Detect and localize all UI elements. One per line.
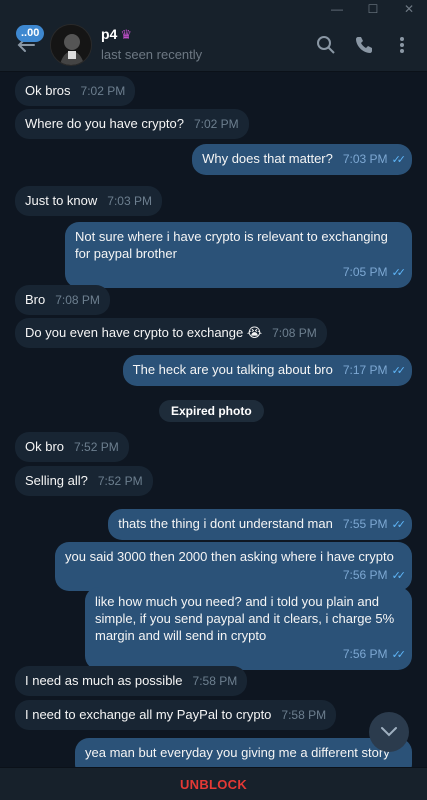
message-time: 7:58 PM (281, 708, 327, 722)
message-outgoing[interactable]: Not sure where i have crypto is relevant… (65, 222, 412, 288)
message-incoming[interactable]: Bro 7:08 PM (15, 285, 110, 315)
message-text: Do you even have crypto to exchange 😭 (25, 325, 263, 340)
message-text: The heck are you talking about bro (132, 362, 333, 377)
read-checkmarks-icon: ✓✓ (391, 267, 407, 279)
search-icon[interactable] (315, 34, 337, 56)
message-time: 7:55 PM (342, 517, 388, 531)
message-text: I need as much as possible (25, 673, 183, 688)
minimize-button[interactable]: — (319, 0, 355, 18)
message-list[interactable]: Ok bros 7:02 PM Where do you have crypto?… (0, 72, 427, 767)
read-checkmarks-icon: ✓✓ (391, 570, 407, 582)
message-outgoing[interactable]: Why does that matter? 7:03 PM ✓✓ (192, 144, 412, 175)
message-text: Selling all? (25, 473, 88, 488)
more-options-icon[interactable] (391, 34, 413, 56)
message-incoming[interactable]: Selling all? 7:52 PM (15, 466, 153, 496)
read-checkmarks-icon: ✓✓ (391, 519, 407, 531)
message-time: 7:52 PM (74, 440, 119, 454)
message-incoming[interactable]: I need as much as possible 7:58 PM (15, 666, 248, 696)
chat-header: ..00 p4 ♛ last seen recently (0, 18, 427, 72)
message-incoming[interactable]: Where do you have crypto? 7:02 PM (15, 109, 249, 139)
unread-count-badge: ..00 (16, 25, 45, 42)
message-text: Where do you have crypto? (25, 116, 184, 131)
message-text: yea man but everyday you giving me a dif… (85, 745, 390, 760)
message-time: 7:02 PM (193, 117, 239, 131)
message-time: 7:58 PM (192, 674, 238, 688)
message-time: 7:08 PM (55, 293, 100, 307)
message-outgoing[interactable]: The heck are you talking about bro 7:17 P… (122, 355, 412, 386)
read-checkmarks-icon: ✓✓ (391, 649, 407, 661)
message-time: 7:05 PM (342, 265, 388, 279)
contact-status: last seen recently (101, 47, 203, 62)
contact-name[interactable]: p4 ♛ (101, 26, 132, 43)
message-time: 7:03 PM (342, 152, 388, 166)
message-text: like how much you need? and i told you p… (95, 594, 395, 643)
message-outgoing[interactable]: like how much you need? and i told you p… (85, 587, 412, 670)
expired-photo-service-message: Expired photo (159, 400, 264, 422)
avatar[interactable] (50, 24, 92, 66)
crown-emoji-icon: ♛ (120, 27, 132, 42)
message-text: Not sure where i have crypto is relevant… (75, 229, 388, 261)
message-text: Ok bros (25, 83, 71, 98)
bottom-bar: UNBLOCK (0, 767, 427, 800)
message-incoming[interactable]: Just to know 7:03 PM (15, 186, 162, 216)
message-incoming[interactable]: Ok bros 7:02 PM (15, 76, 136, 106)
message-text: Ok bro (25, 439, 65, 454)
message-time: 7:02 PM (80, 84, 126, 98)
read-checkmarks-icon: ✓✓ (391, 365, 407, 377)
close-button[interactable]: ✕ (391, 0, 427, 18)
maximize-button[interactable]: ☐ (355, 0, 391, 18)
message-time: 7:52 PM (97, 474, 143, 488)
message-text: Why does that matter? (202, 151, 333, 166)
message-incoming[interactable]: Do you even have crypto to exchange 😭 7:0… (15, 318, 327, 348)
read-checkmarks-icon: ✓✓ (391, 154, 407, 166)
message-incoming[interactable]: I need to exchange all my PayPal to cryp… (15, 700, 337, 730)
message-text: you said 3000 then 2000 then asking wher… (65, 549, 394, 564)
message-time: 7:17 PM (342, 363, 388, 377)
unblock-button[interactable]: UNBLOCK (180, 777, 247, 792)
message-text: thats the thing i dont understand man (118, 516, 333, 531)
scroll-down-button[interactable] (369, 712, 409, 752)
contact-name-text: p4 (101, 26, 118, 42)
window-titlebar: — ☐ ✕ (0, 0, 427, 18)
message-time: 7:56 PM (342, 647, 388, 661)
message-time: 7:03 PM (107, 194, 152, 208)
message-text: I need to exchange all my PayPal to cryp… (25, 707, 272, 722)
message-time: 7:56 PM (342, 568, 388, 582)
message-outgoing[interactable]: yea man but everyday you giving me a dif… (75, 738, 412, 767)
message-time: 7:08 PM (272, 326, 317, 340)
message-outgoing[interactable]: thats the thing i dont understand man 7:5… (108, 509, 412, 540)
message-outgoing[interactable]: you said 3000 then 2000 then asking wher… (55, 542, 412, 591)
phone-icon[interactable] (353, 34, 375, 56)
message-text: Just to know (25, 193, 98, 208)
message-text: Bro (25, 292, 46, 307)
message-incoming[interactable]: Ok bro 7:52 PM (15, 432, 129, 462)
